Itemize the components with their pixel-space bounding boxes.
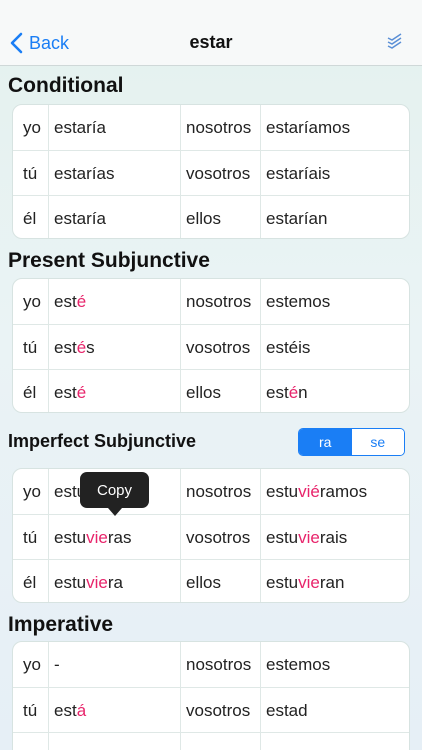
conjugation[interactable]: estemos [260,279,409,324]
pronoun: él [23,208,37,228]
pronoun: nosotros [186,291,252,311]
ra-se-segmented-control[interactable]: ra se [298,428,405,456]
pronoun: vosotros [186,700,251,720]
pronoun: tú [23,700,38,720]
pronoun: ellos [186,382,221,402]
conjugation[interactable]: estarían [260,196,409,238]
page-title: estar [189,32,233,52]
table-row [13,732,409,750]
pronoun: yo [23,654,41,674]
table-row: él est é ellos est é n [13,369,409,412]
pronoun: vosotros [186,527,251,547]
conjugation[interactable]: estu vie ra [48,560,180,602]
conjugation[interactable]: estu vie rais [260,515,409,560]
conjugation[interactable]: est á [48,688,180,733]
table-row: tú estu vie ras vosotros estu vie rais [13,514,409,560]
pronoun: tú [23,527,38,547]
segment-ra[interactable]: ra [299,429,352,455]
section-title-present-subjunctive: Present Subjunctive [8,249,210,272]
pronoun: nosotros [186,654,252,674]
conjugation[interactable]: estaríais [260,151,409,196]
pronoun: yo [23,291,41,311]
segment-se[interactable]: se [351,429,404,455]
pronoun: él [23,572,37,592]
conjugation[interactable]: estu vie ran [260,560,409,602]
conjugation[interactable]: est é [48,370,180,412]
section-title-conditional: Conditional [8,74,124,97]
section-title-imperfect-subjunctive: Imperfect Subjunctive [8,431,197,451]
conjugation[interactable]: estaría [48,196,180,238]
conjugation[interactable]: estarías [48,151,180,196]
pronoun: ellos [186,208,221,228]
conjugation[interactable]: est é s [48,325,180,370]
table-row: él estu vie ra ellos estu vie ran [13,559,409,602]
imperfect-subjunctive-table: yo estu nosotros estu vié ramos tú estu vie… [12,468,410,603]
copy-tooltip[interactable]: Copy [80,472,149,516]
conjugation[interactable]: estaríamos [260,105,409,150]
pronoun: vosotros [186,163,251,183]
conjugation[interactable]: - [48,642,180,687]
section-title-imperative: Imperative [8,613,114,636]
table-row: yo estaría nosotros estaríamos [13,105,409,150]
imperative-table: yo - nosotros estemos tú est á vosotros e… [12,641,410,750]
pronoun: vosotros [186,337,251,357]
table-row: él estaría ellos estarían [13,195,409,238]
pronoun: ellos [186,572,221,592]
pronoun: nosotros [186,117,252,137]
conjugation[interactable]: est é n [260,370,409,412]
pronoun: nosotros [186,481,252,501]
conjugation[interactable]: estéis [260,325,409,370]
conjugation[interactable]: estaría [48,105,180,150]
pronoun: yo [23,481,41,501]
conditional-table: yo estaría nosotros estaríamos tú estarí… [12,104,410,239]
table-row: yo - nosotros estemos [13,642,409,687]
conjugation[interactable]: est é [48,279,180,324]
pronoun: tú [23,337,38,357]
pronoun: tú [23,163,38,183]
present-subjunctive-table: yo est é nosotros estemos tú est é s vosotr… [12,278,410,413]
conjugation[interactable]: estu vié ramos [260,469,409,514]
table-row: yo est é nosotros estemos [13,279,409,324]
table-row: tú est á vosotros estad [13,687,409,733]
conjugation[interactable]: estemos [260,642,409,687]
table-row: tú estarías vosotros estaríais [13,150,409,196]
pronoun: él [23,382,37,402]
table-row: yo estu nosotros estu vié ramos [13,469,409,514]
conjugation[interactable]: estu vie ras [48,515,180,560]
conjugation[interactable]: estad [260,688,409,733]
table-row: tú est é s vosotros estéis [13,324,409,370]
checklist-icon[interactable] [386,32,404,50]
navigation-bar: Back estar [0,0,422,66]
pronoun: yo [23,117,41,137]
